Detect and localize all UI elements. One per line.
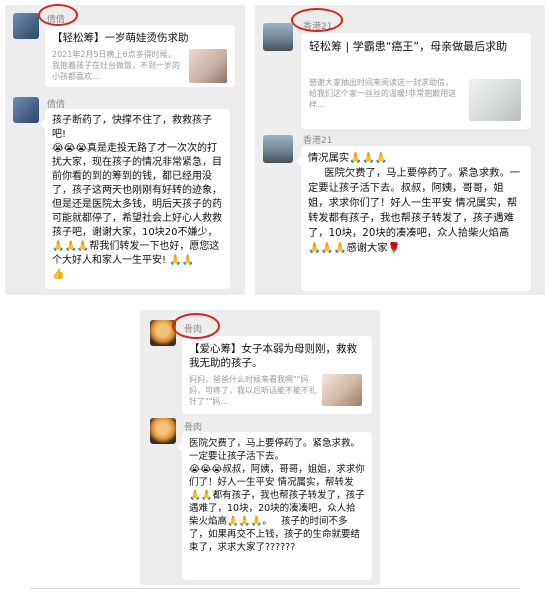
divider bbox=[30, 588, 520, 589]
card-thumbnail bbox=[189, 49, 227, 83]
chat-screenshot-1: 倩倩 【轻松筹】一岁萌娃烫伤求助 2021年2月5日晚上6点多得时候，我抱着孩子… bbox=[5, 5, 245, 295]
sender-name-highlight bbox=[172, 313, 220, 339]
message-bubble[interactable]: 孩子断药了，快撑不住了，救救孩子吧! 😭😭😭真是走投无路了才一次次的打扰大家，现… bbox=[40, 109, 230, 289]
card-title: 【轻松筹】一岁萌娃烫伤求助 bbox=[52, 32, 189, 44]
card-title: 【爱心筹】女子本弱为母则刚，救救我无助的孩子。 bbox=[189, 343, 357, 369]
sender-name: 香港21 bbox=[303, 136, 333, 146]
card-description: 妈妈，爸爸什么时候来看我啊""妈妈，可疼了，我以后听话能不能不扎针了""妈… bbox=[189, 375, 317, 406]
sender-name-highlight bbox=[38, 4, 78, 26]
avatar[interactable] bbox=[263, 23, 293, 51]
chat-screenshot-2: 香港21 轻松筹 | 学霸患“癌王”，母亲做最后求助 感谢大家抽出时间来阅读这一… bbox=[255, 5, 545, 295]
message-bubble[interactable]: 医院欠费了，马上要停药了。紧急求救。一定要让孩子活下去。 😭😭😭叔叔，阿姨，哥哥… bbox=[177, 432, 372, 580]
card-title: 轻松筹 | 学霸患“癌王”，母亲做最后求助 bbox=[309, 40, 508, 53]
card-thumbnail bbox=[322, 374, 362, 406]
avatar[interactable] bbox=[263, 135, 293, 163]
message-bubble[interactable]: 情况属实🙏🙏🙏 医院欠费了，马上要停药了。紧急求救。一定要让孩子活下去。叔叔，阿… bbox=[296, 146, 531, 291]
card-thumbnail bbox=[469, 79, 521, 121]
share-link-card[interactable]: 【爱心筹】女子本弱为母则刚，救救我无助的孩子。 妈妈，爸爸什么时候来看我啊""妈… bbox=[182, 336, 372, 414]
sender-name-highlight bbox=[291, 8, 343, 32]
share-link-card[interactable]: 【轻松筹】一岁萌娃烫伤求助 2021年2月5日晚上6点多得时候，我抱着孩子在灶台… bbox=[45, 25, 235, 87]
chat-screenshot-3: 骨肉 【爱心筹】女子本弱为母则刚，救救我无助的孩子。 妈妈，爸爸什么时候来看我啊… bbox=[140, 310, 380, 585]
card-description: 感谢大家抽出时间来阅读这一封求助信，给我们这个家一丝丝的温暖!非常抱歉用这样… bbox=[309, 78, 457, 109]
avatar[interactable] bbox=[150, 418, 176, 444]
avatar[interactable] bbox=[13, 13, 39, 39]
card-description: 2021年2月5日晚上6点多得时候，我抱着孩子在灶台做饭，不到一岁的小孩都喜欢… bbox=[52, 50, 180, 81]
avatar[interactable] bbox=[13, 97, 39, 123]
share-link-card[interactable]: 轻松筹 | 学霸患“癌王”，母亲做最后求助 感谢大家抽出时间来阅读这一封求助信，… bbox=[301, 33, 531, 129]
